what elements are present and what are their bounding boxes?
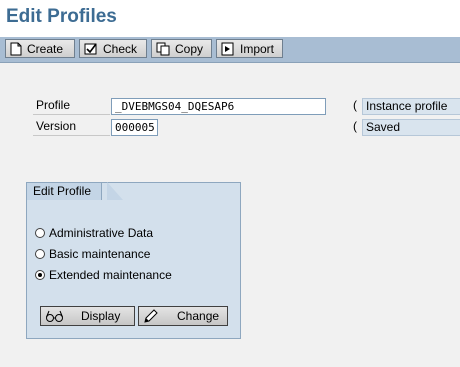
copy-icon <box>156 42 170 55</box>
profile-field[interactable]: _DVEBMGS04_DQESAP6 <box>111 98 326 115</box>
radio-basic-maintenance[interactable]: Basic maintenance <box>35 247 150 261</box>
radio-button-icon[interactable] <box>35 249 45 259</box>
radio-button-selected-icon[interactable] <box>35 270 45 280</box>
version-status-field: Saved <box>362 119 460 136</box>
create-button-label: Create <box>27 41 64 56</box>
check-button[interactable]: Check <box>79 39 147 58</box>
check-icon <box>84 43 97 54</box>
version-status-paren: ( <box>353 119 357 133</box>
title-bar: Edit Profiles <box>0 0 460 38</box>
version-field[interactable]: 000005 <box>111 119 158 136</box>
copy-button[interactable]: Copy <box>151 39 212 58</box>
glasses-icon <box>46 310 63 322</box>
copy-button-label: Copy <box>175 41 204 56</box>
edit-profile-group: Edit Profile Administrative Data Basic m… <box>26 182 241 339</box>
version-label: Version <box>33 119 110 136</box>
display-button-label: Display <box>81 309 121 323</box>
main-area: Profile _DVEBMGS04_DQESAP6 ( Instance pr… <box>0 63 460 367</box>
check-button-label: Check <box>103 41 138 56</box>
profile-type-paren: ( <box>353 98 357 112</box>
radio-extended-maintenance[interactable]: Extended maintenance <box>35 268 172 282</box>
change-button-label: Change <box>177 309 220 323</box>
profile-type-field: Instance profile <box>362 98 460 115</box>
radio-basic-maintenance-label: Basic maintenance <box>49 247 151 261</box>
import-icon <box>221 42 234 55</box>
radio-administrative-data-label: Administrative Data <box>49 226 154 240</box>
import-button[interactable]: Import <box>216 39 283 58</box>
toolbar: Create Check Copy Import <box>0 37 460 63</box>
document-icon <box>10 42 22 55</box>
pencil-icon <box>144 309 158 323</box>
edit-profile-group-title: Edit Profile <box>26 182 103 200</box>
import-button-label: Import <box>240 41 275 56</box>
radio-extended-maintenance-label: Extended maintenance <box>49 268 172 282</box>
display-button[interactable]: Display <box>40 306 135 326</box>
radio-administrative-data[interactable]: Administrative Data <box>35 226 153 240</box>
create-button[interactable]: Create <box>5 39 75 58</box>
change-button[interactable]: Change <box>138 306 228 326</box>
profile-label: Profile <box>33 98 110 115</box>
radio-button-icon[interactable] <box>35 228 45 238</box>
page-title: Edit Profiles <box>6 6 117 27</box>
